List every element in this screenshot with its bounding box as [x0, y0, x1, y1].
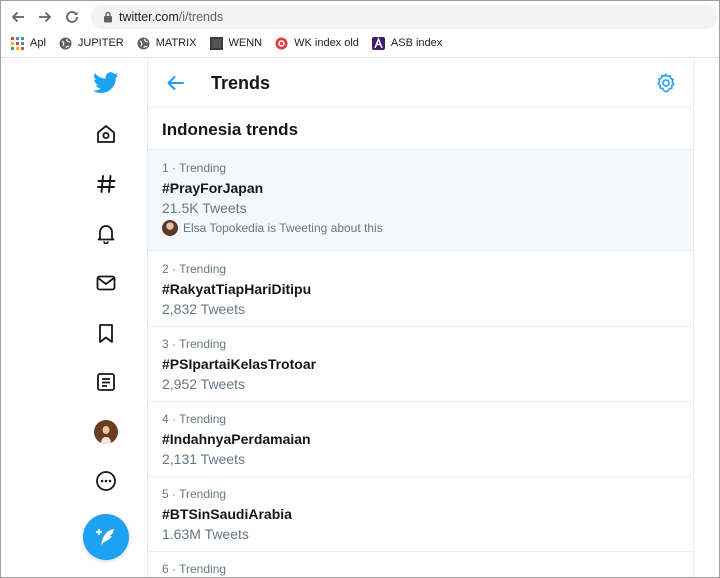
bookmark-label: Apl: [30, 37, 46, 49]
address-bar[interactable]: twitter.com/i/trends: [91, 5, 717, 29]
globe-icon: [137, 37, 150, 50]
trend-name: #BTSinSaudiArabia: [162, 506, 292, 522]
browser-toolbar: twitter.com/i/trends Apl JUPITER MATRIX …: [1, 1, 719, 58]
bookmark-label: WK index old: [294, 37, 359, 49]
trend-tweet-count: 2,131 Tweets: [162, 451, 246, 467]
bookmark-label: MATRIX: [155, 37, 197, 49]
lock-icon: [104, 11, 112, 23]
forward-arrow-icon[interactable]: [34, 6, 56, 28]
twitter-logo-icon[interactable]: [92, 69, 120, 97]
page-title: Trends: [211, 73, 271, 93]
trend-tweet-count: 2,832 Tweets: [162, 301, 246, 317]
trend-name: #RakyatTiapHariDitipu: [162, 281, 312, 297]
trend-rank: 2 · Trending: [162, 262, 227, 276]
trend-item[interactable]: 2 · Trending #RakyatTiapHariDitipu 2,832…: [148, 251, 693, 327]
bookmarks-bar: Apl JUPITER MATRIX WENN WK index old ASB…: [11, 34, 455, 52]
profile-avatar[interactable]: [92, 418, 120, 446]
sidebar-nav: [1, 59, 147, 577]
home-icon[interactable]: [92, 120, 120, 148]
bookmark-asb-index[interactable]: ASB index: [371, 36, 443, 50]
bookmark-wenn[interactable]: WENN: [209, 36, 263, 50]
notifications-bell-icon[interactable]: [92, 219, 120, 247]
trend-item[interactable]: 6 · Trending: [148, 551, 693, 577]
bookmark-label: WENN: [228, 37, 263, 49]
trend-name: #IndahnyaPerdamaian: [162, 431, 311, 447]
back-arrow-icon[interactable]: [7, 6, 29, 28]
trend-tweet-count: 2,952 Tweets: [162, 376, 246, 392]
trends-header: Trends: [148, 59, 693, 108]
bookmark-label: JUPITER: [77, 37, 124, 49]
context-avatar: [162, 220, 178, 236]
trend-tweet-count: 21.5K Tweets: [162, 200, 247, 216]
trend-rank: 6 · Trending: [162, 562, 227, 576]
trend-name: #PSIpartaiKelasTrotoar: [162, 356, 317, 372]
bookmarks-icon[interactable]: [92, 319, 120, 347]
square-icon: [209, 36, 223, 50]
trend-item[interactable]: 4 · Trending #IndahnyaPerdamaian 2,131 T…: [148, 401, 693, 477]
compose-tweet-button[interactable]: [83, 514, 129, 560]
browser-window: twitter.com/i/trends Apl JUPITER MATRIX …: [0, 0, 720, 578]
trend-name: #PrayForJapan: [162, 180, 264, 196]
back-arrow-icon[interactable]: [164, 72, 186, 94]
asb-icon: [371, 36, 385, 50]
bookmark-wk-index-old[interactable]: WK index old: [275, 37, 359, 50]
section-header: Indonesia trends: [148, 108, 693, 150]
more-options-icon[interactable]: [92, 467, 120, 495]
lists-icon[interactable]: [92, 368, 120, 396]
messages-envelope-icon[interactable]: [92, 269, 120, 297]
section-title: Indonesia trends: [162, 120, 299, 139]
globe-icon: [59, 37, 72, 50]
settings-gear-icon[interactable]: [655, 72, 677, 94]
trend-context: Elsa Topokedia is Tweeting about this: [162, 220, 383, 236]
url-path: /i/trends: [178, 10, 224, 24]
apps-grid-icon: [11, 36, 24, 50]
bookmark-jupiter[interactable]: JUPITER: [59, 37, 124, 50]
reload-icon[interactable]: [61, 6, 83, 28]
trend-context-text: Elsa Topokedia is Tweeting about this: [183, 221, 383, 235]
trend-rank: 1 · Trending: [162, 161, 227, 175]
bookmark-apl[interactable]: Apl: [11, 36, 46, 50]
bookmark-label: ASB index: [390, 37, 443, 49]
trend-rank: 5 · Trending: [162, 487, 227, 501]
trend-item[interactable]: 5 · Trending #BTSinSaudiArabia 1.63M Twe…: [148, 476, 693, 552]
url-host: twitter.com: [119, 10, 179, 24]
explore-hashtag-icon[interactable]: [92, 170, 120, 198]
target-icon: [275, 37, 288, 50]
compose-quill-icon: [96, 529, 114, 545]
trend-rank: 3 · Trending: [162, 337, 227, 351]
url-text: twitter.com/i/trends: [119, 10, 223, 24]
trend-item[interactable]: 1 · Trending #PrayForJapan 21.5K Tweets …: [148, 150, 693, 251]
trends-column: Trends Indonesia trends 1 · Trending #Pr…: [147, 59, 694, 577]
trend-tweet-count: 1.63M Tweets: [162, 526, 249, 542]
trend-item[interactable]: 3 · Trending #PSIpartaiKelasTrotoar 2,95…: [148, 326, 693, 402]
trend-rank: 4 · Trending: [162, 412, 227, 426]
bookmark-matrix[interactable]: MATRIX: [137, 37, 197, 50]
